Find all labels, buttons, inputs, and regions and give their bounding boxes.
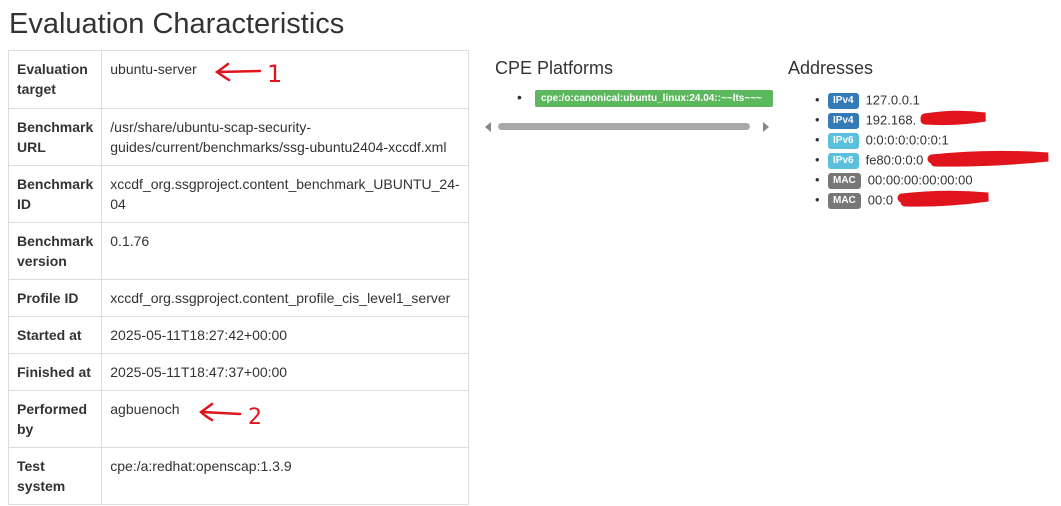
redaction-mark [927, 150, 1049, 167]
redaction-marks [897, 110, 1049, 207]
redaction-mark [920, 110, 986, 126]
redaction-mark [897, 190, 989, 207]
